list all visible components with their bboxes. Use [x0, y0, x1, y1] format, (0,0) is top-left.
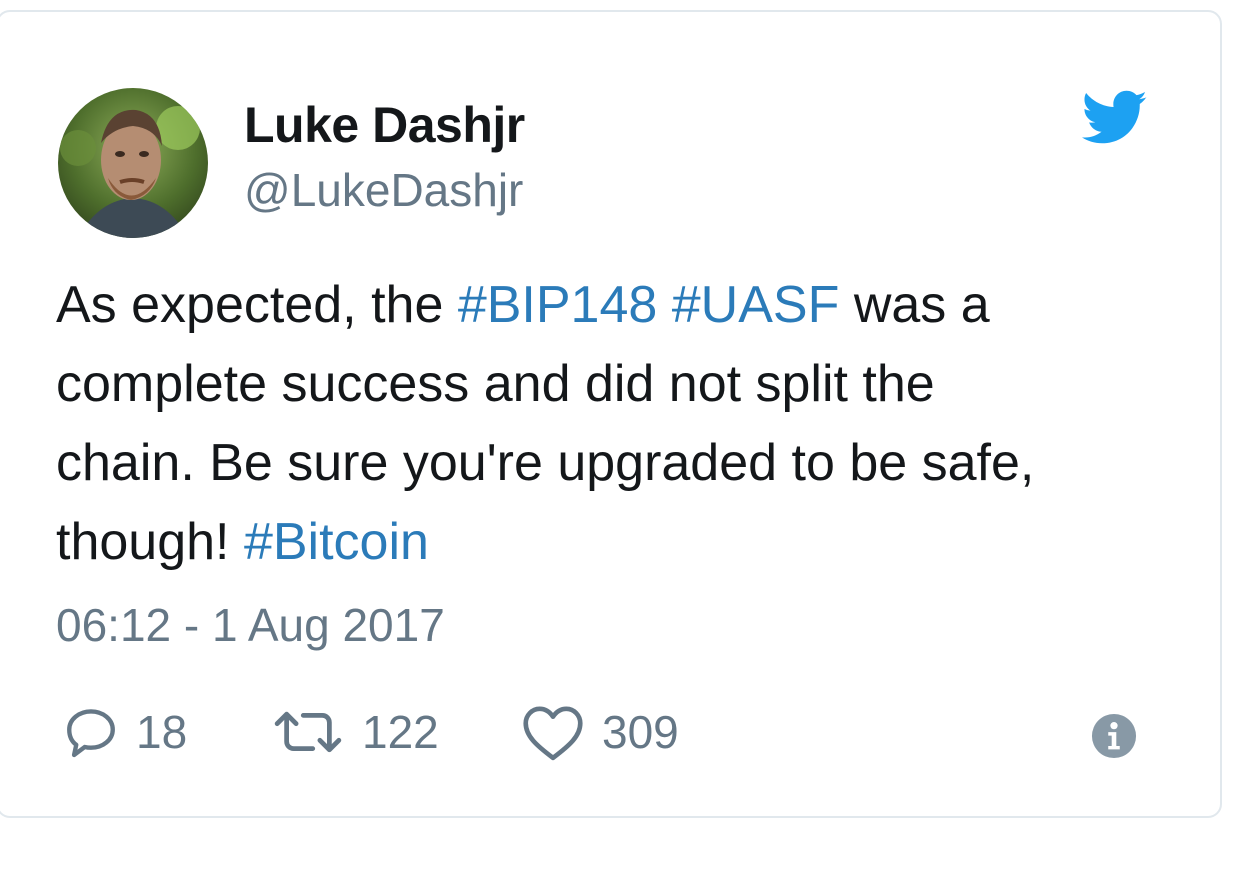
like-button[interactable]: 309	[520, 702, 679, 762]
text-segment: As expected, the	[56, 276, 458, 334]
twitter-bird-icon[interactable]	[1082, 90, 1148, 146]
retweet-button[interactable]: 122	[270, 702, 439, 762]
text-segment: though!	[56, 513, 244, 571]
tweet-text: As expected, the #BIP148 #UASF was a com…	[56, 266, 1186, 582]
retweet-count: 122	[362, 706, 439, 758]
reply-count: 18	[136, 706, 188, 758]
tweet-line: chain. Be sure you're upgraded to be saf…	[56, 424, 1186, 503]
retweet-icon	[274, 711, 342, 753]
reply-icon	[67, 709, 115, 758]
author-handle[interactable]: @LukeDashjr	[244, 163, 523, 217]
tweet-timestamp[interactable]: 06:12 - 1 Aug 2017	[56, 598, 445, 652]
hashtag-link-bip148[interactable]: #BIP148	[458, 276, 658, 334]
avatar[interactable]	[58, 88, 208, 238]
like-count: 309	[602, 706, 679, 758]
tweet-line: As expected, the #BIP148 #UASF was a	[56, 266, 1186, 345]
hashtag-link-uasf[interactable]: #UASF	[672, 276, 840, 334]
hashtag-link-bitcoin[interactable]: #Bitcoin	[244, 513, 429, 571]
text-segment: chain. Be sure you're upgraded to be saf…	[56, 434, 1035, 492]
text-segment	[657, 276, 671, 334]
tweet-line: though! #Bitcoin	[56, 503, 1186, 582]
tweet-line: complete success and did not split the	[56, 345, 1186, 424]
info-icon[interactable]	[1091, 713, 1137, 759]
text-segment: was a	[839, 276, 990, 334]
text-segment: complete success and did not split the	[56, 355, 935, 413]
reply-button[interactable]: 18	[62, 702, 187, 762]
author-name[interactable]: Luke Dashjr	[244, 96, 525, 154]
heart-icon	[523, 706, 583, 761]
